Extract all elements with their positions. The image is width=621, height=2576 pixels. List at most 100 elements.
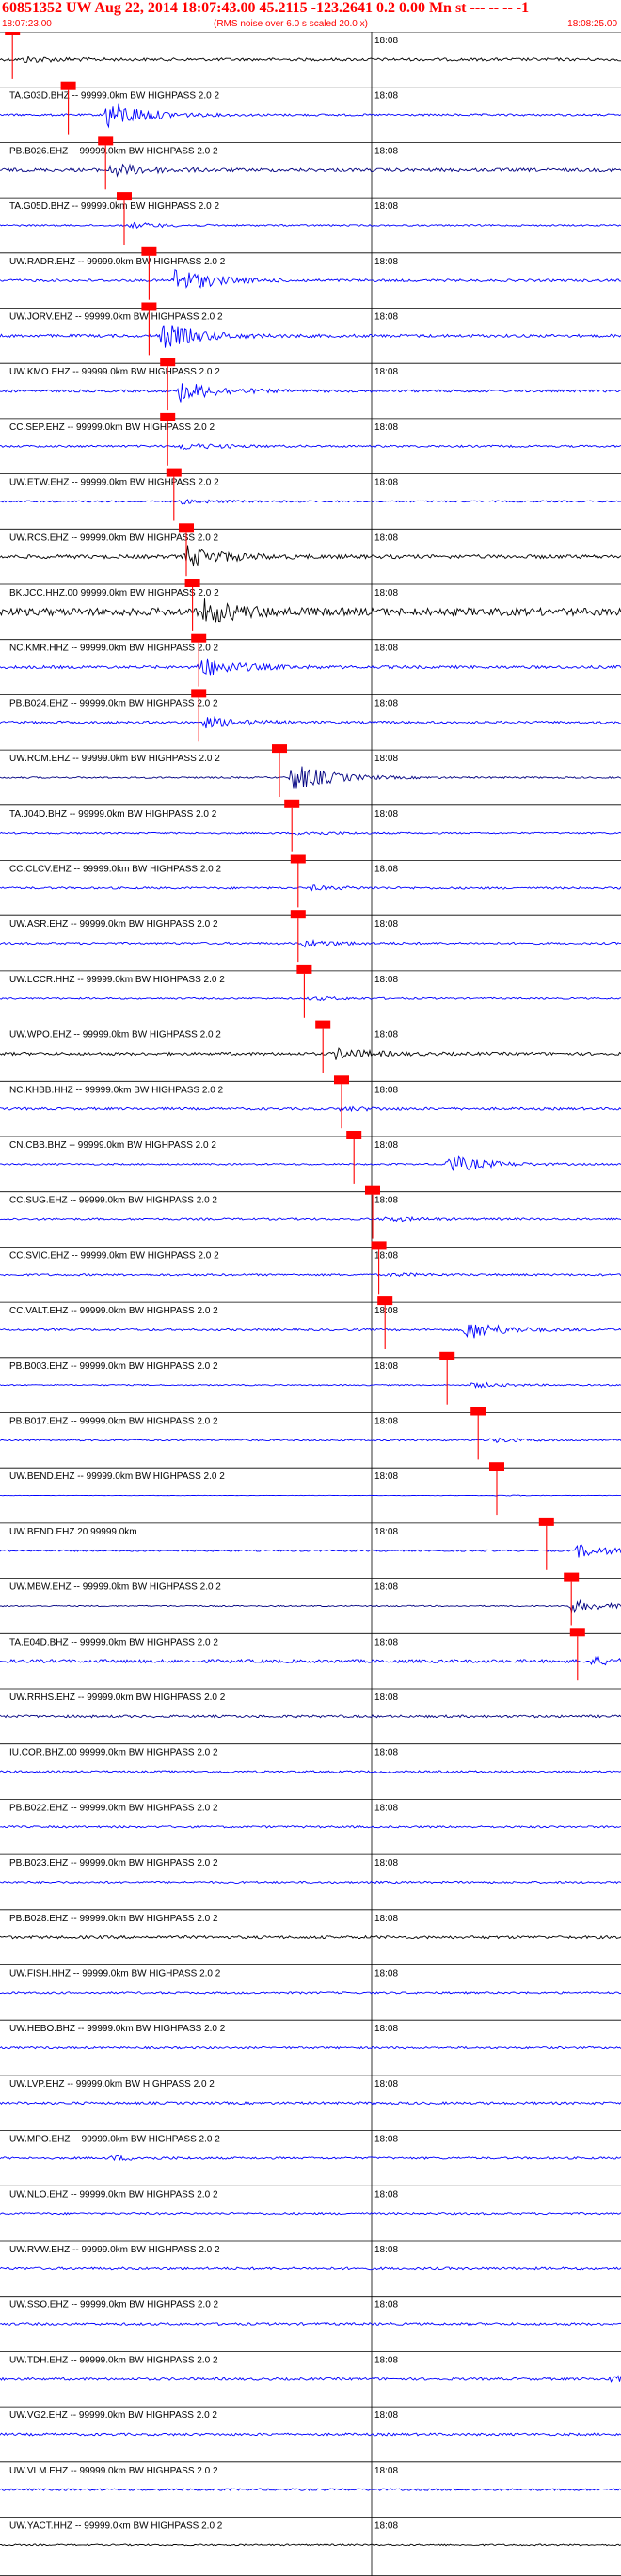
pick-flag	[538, 1517, 554, 1526]
pick-flag	[371, 1241, 387, 1250]
time-marker-label: 18:08	[374, 1969, 398, 1980]
time-marker-label: 18:08	[374, 1637, 398, 1647]
waveform-trace	[0, 831, 621, 836]
time-marker-label: 18:08	[374, 1085, 398, 1095]
waveform-trace	[0, 1824, 621, 1829]
channel-label: IU.COR.BHZ.00 99999.0km BW HIGHPASS 2.0 …	[9, 1748, 218, 1758]
channel-label: CC.CLCV.EHZ -- 99999.0km BW HIGHPASS 2.0…	[9, 865, 222, 875]
pick-flag	[141, 302, 157, 311]
channel-label: PB.B028.EHZ -- 99999.0km BW HIGHPASS 2.0…	[9, 1914, 218, 1924]
time-marker-label: 18:08	[374, 1527, 398, 1537]
channel-label: UW.RRHS.EHZ -- 99999.0km BW HIGHPASS 2.0…	[9, 1693, 226, 1703]
time-marker-label: 18:08	[374, 1914, 398, 1924]
waveform-trace	[0, 995, 621, 1001]
time-marker-label: 18:08	[374, 1140, 398, 1151]
time-marker-label: 18:08	[374, 2135, 398, 2145]
channel-label: UW.HEBO.BHZ -- 99999.0km BW HIGHPASS 2.0…	[9, 2024, 226, 2034]
time-marker-label: 18:08	[374, 533, 398, 543]
channel-label: TA.G05D.BHZ -- 99999.0km BW HIGHPASS 2.0…	[9, 201, 219, 212]
pick-flag	[377, 1296, 393, 1306]
channel-label: UW.TDH.EHZ -- 99999.0km BW HIGHPASS 2.0 …	[9, 2355, 218, 2365]
pick-flag	[290, 854, 306, 864]
pick-flag	[272, 744, 287, 754]
channel-label: UW.WPO.EHZ -- 99999.0km BW HIGHPASS 2.0 …	[9, 1030, 221, 1041]
channel-label: CC.VALT.EHZ -- 99999.0km BW HIGHPASS 2.0…	[9, 1306, 218, 1316]
time-marker-label: 18:08	[374, 201, 398, 212]
channel-label: BK.JCC.HHZ.00 99999.0km BW HIGHPASS 2.0 …	[9, 588, 219, 598]
waveform-trace	[0, 1105, 621, 1113]
channel-label: UW.FISH.HHZ -- 99999.0km BW HIGHPASS 2.0…	[9, 1969, 221, 1980]
start-time-label: 18:07:23.00	[2, 19, 52, 29]
time-marker-label: 18:08	[374, 2355, 398, 2365]
waveform-trace	[0, 716, 621, 729]
waveform-trace	[0, 658, 621, 676]
channel-label: UW.ASR.EHZ -- 99999.0km BW HIGHPASS 2.0 …	[9, 919, 218, 930]
time-marker-label: 18:08	[374, 1250, 398, 1261]
pick-flag	[564, 1572, 580, 1582]
channel-label: NC.KMR.HHZ -- 99999.0km BW HIGHPASS 2.0 …	[9, 644, 219, 654]
waveform-trace	[0, 2543, 621, 2547]
waveform-trace	[0, 2045, 621, 2050]
channel-label: UW.RCS.EHZ -- 99999.0km BW HIGHPASS 2.0 …	[9, 533, 219, 543]
time-marker-label: 18:08	[374, 1748, 398, 1758]
time-marker-label: 18:08	[374, 312, 398, 323]
time-marker-label: 18:08	[374, 2079, 398, 2090]
channel-label: UW.VG2.EHZ -- 99999.0km BW HIGHPASS 2.0 …	[9, 2410, 217, 2421]
time-marker-label: 18:08	[374, 2024, 398, 2034]
time-marker-label: 18:08	[374, 1582, 398, 1593]
channel-label: UW.LCCR.HHZ -- 99999.0km BW HIGHPASS 2.0…	[9, 975, 225, 985]
time-marker-label: 18:08	[374, 1471, 398, 1482]
channel-label: PB.B003.EHZ -- 99999.0km BW HIGHPASS 2.0…	[9, 1361, 218, 1372]
waveform-trace	[0, 766, 621, 789]
time-marker-label: 18:08	[374, 257, 398, 267]
chart-title: 60851352 UW Aug 22, 2014 18:07:43.00 45.…	[2, 0, 530, 16]
pick-flag	[60, 81, 76, 90]
pick-flag	[141, 246, 157, 256]
waveform-trace	[0, 2488, 621, 2491]
time-marker-label: 18:08	[374, 1196, 398, 1206]
waveform-trace	[0, 1047, 621, 1060]
time-marker-label: 18:08	[374, 1803, 398, 1813]
pick-flag	[98, 136, 114, 146]
channel-label: PB.B024.EHZ -- 99999.0km BW HIGHPASS 2.0…	[9, 698, 218, 708]
channel-label: CC.SVIC.EHZ -- 99999.0km BW HIGHPASS 2.0…	[9, 1250, 219, 1261]
waveform-trace	[0, 1324, 621, 1339]
time-marker-label: 18:08	[374, 809, 398, 819]
channel-label: UW.ETW.EHZ -- 99999.0km BW HIGHPASS 2.0 …	[9, 478, 219, 488]
channel-label: NC.KHBB.HHZ -- 99999.0km BW HIGHPASS 2.0…	[9, 1085, 224, 1095]
channel-label: UW.MBW.EHZ -- 99999.0km BW HIGHPASS 2.0 …	[9, 1582, 221, 1593]
pick-flag	[160, 358, 176, 367]
waveform-trace	[0, 938, 621, 948]
waveform-trace	[0, 2155, 621, 2162]
channel-label: PB.B023.EHZ -- 99999.0km BW HIGHPASS 2.0…	[9, 1858, 218, 1868]
time-marker-label: 18:08	[374, 2410, 398, 2421]
waveform-trace	[0, 55, 621, 63]
waveform-trace	[0, 2321, 621, 2327]
pick-flag	[160, 412, 176, 421]
time-marker-label: 18:08	[374, 2245, 398, 2255]
time-marker-label: 18:08	[374, 2189, 398, 2200]
channel-label: PB.B026.EHZ -- 99999.0km BW HIGHPASS 2.0…	[9, 146, 218, 156]
time-marker-label: 18:08	[374, 1417, 398, 1427]
time-marker-label: 18:08	[374, 865, 398, 875]
waveform-trace	[0, 1494, 621, 1497]
time-marker-label: 18:08	[374, 698, 398, 708]
waveform-trace	[0, 1991, 621, 1995]
channel-label: CC.SEP.EHZ -- 99999.0km BW HIGHPASS 2.0 …	[9, 422, 215, 433]
channel-label: UW.SSO.EHZ -- 99999.0km BW HIGHPASS 2.0 …	[9, 2300, 219, 2311]
time-marker-label: 18:08	[374, 588, 398, 598]
time-marker-label: 18:08	[374, 975, 398, 985]
waveform-trace	[0, 2101, 621, 2106]
pick-flag	[439, 1351, 455, 1360]
channel-label: UW.MPO.EHZ -- 99999.0km BW HIGHPASS 2.0 …	[9, 2135, 220, 2145]
channel-label: UW.KMO.EHZ -- 99999.0km BW HIGHPASS 2.0 …	[9, 367, 220, 377]
time-marker-label: 18:08	[374, 422, 398, 433]
waveform-trace	[0, 221, 621, 230]
channel-label: CN.CBB.BHZ -- 99999.0km BW HIGHPASS 2.0 …	[9, 1140, 216, 1151]
waveform-trace	[0, 1655, 621, 1666]
pick-flag	[5, 32, 21, 35]
channel-label: UW.BEND.EHZ -- 99999.0km BW HIGHPASS 2.0…	[9, 1471, 225, 1482]
waveform-trace	[0, 1272, 621, 1278]
waveform-trace	[0, 1714, 621, 1719]
time-marker-label: 18:08	[374, 2521, 398, 2532]
